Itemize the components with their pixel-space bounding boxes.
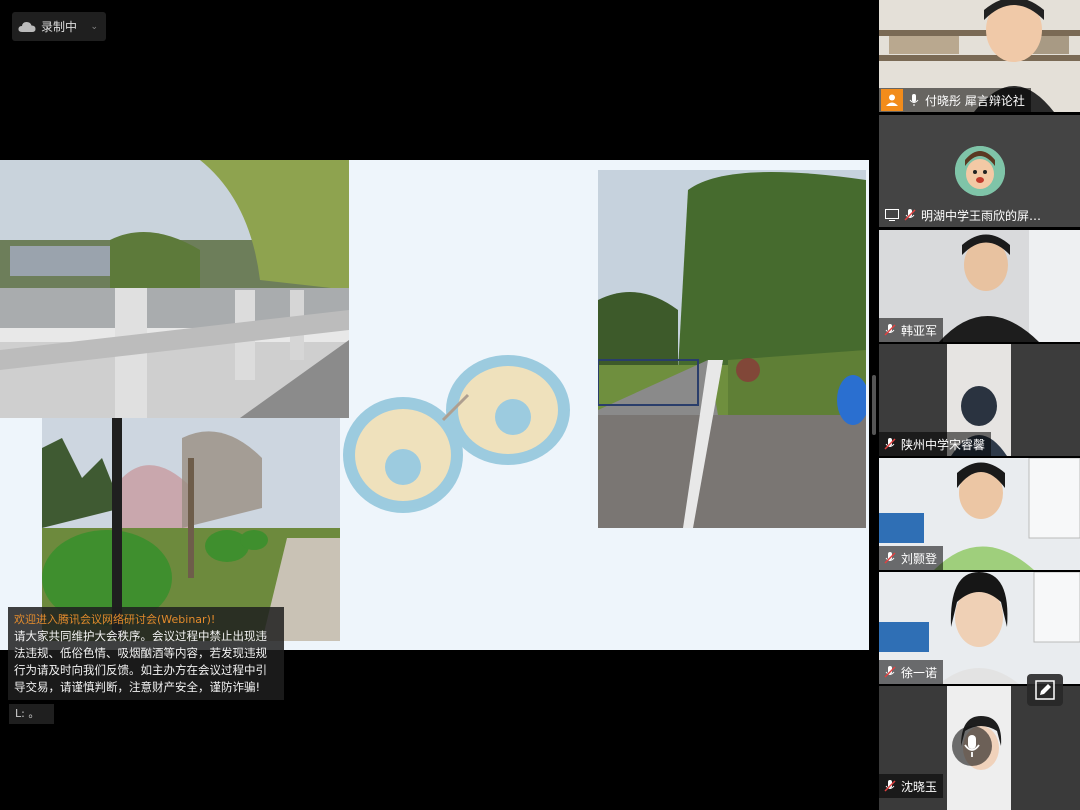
annotate-button[interactable] [1027,674,1063,706]
shared-screen-slide [0,160,869,650]
photo-sidewalk [598,170,866,528]
microphone-muted-icon [884,552,896,564]
participant-name: 韩亚军 [901,323,938,338]
participant-name-bar: 刘颢登 [879,546,944,570]
cloud-icon [18,21,36,32]
notice-title: 欢迎进入腾讯会议网络研讨会(Webinar)! [14,613,216,626]
microphone-muted-icon [884,438,896,450]
participant-tile[interactable]: 徐一诺 [879,572,1080,684]
microphone-muted-icon [884,324,896,336]
participant-tile[interactable]: 刘颢登 [879,458,1080,570]
microphone-icon [909,94,919,106]
vertical-scrollbar[interactable] [872,375,876,435]
user-icon [886,94,898,106]
participant-name: 刘颢登 [901,551,938,566]
participant-name: 沈晓玉 [901,779,938,794]
participant-tile[interactable]: 陕州中学宋睿馨 [879,344,1080,456]
microphone-muted-icon [884,780,896,792]
participant-name: 陕州中学宋睿馨 [901,437,986,452]
participant-name: 付晓彤 犀言辩论社 [925,93,1025,108]
chevron-down-icon: ⌄ [90,21,98,32]
participant-tile[interactable]: 韩亚军 [879,230,1080,342]
recording-label: 录制中 [41,20,78,34]
participant-name: 明湖中学王雨欣的屏… [921,208,1042,223]
recording-indicator[interactable]: 录制中 ⌄ [12,12,106,41]
microphone-icon [964,735,980,757]
photo-lake-railing [0,160,349,418]
participant-name-bar: 陕州中学宋睿馨 [879,432,992,456]
host-badge [881,89,903,111]
butterfly-decoration [343,355,570,513]
microphone-muted-icon [884,666,896,678]
participant-name-bar: 付晓彤 犀言辩论社 [879,88,1031,112]
notice-body: 请大家共同维护大会秩序。会议过程中禁止出现违法违规、低俗色情、吸烟酗酒等内容，若… [14,629,267,694]
participant-name-bar: 徐一诺 [879,660,944,684]
participant-tile-host[interactable]: 付晓彤 犀言辩论社 [879,0,1080,112]
webinar-notice: 欢迎进入腾讯会议网络研讨会(Webinar)! 请大家共同维护大会秩序。会议过程… [8,607,284,700]
chat-message: L: 。 [9,704,54,724]
speaking-microphone-button[interactable] [952,726,992,766]
participant-name-bar: 沈晓玉 [879,774,944,798]
avatar [955,146,1005,196]
pencil-icon [1035,680,1055,700]
microphone-muted-icon [904,209,916,221]
screen-share-icon [885,209,899,221]
participant-name-bar: 明湖中学王雨欣的屏… [879,203,1047,227]
participant-name: 徐一诺 [901,665,938,680]
participant-name-bar: 韩亚军 [879,318,944,342]
participant-tile-screen-share[interactable]: 明湖中学王雨欣的屏… [879,115,1080,227]
